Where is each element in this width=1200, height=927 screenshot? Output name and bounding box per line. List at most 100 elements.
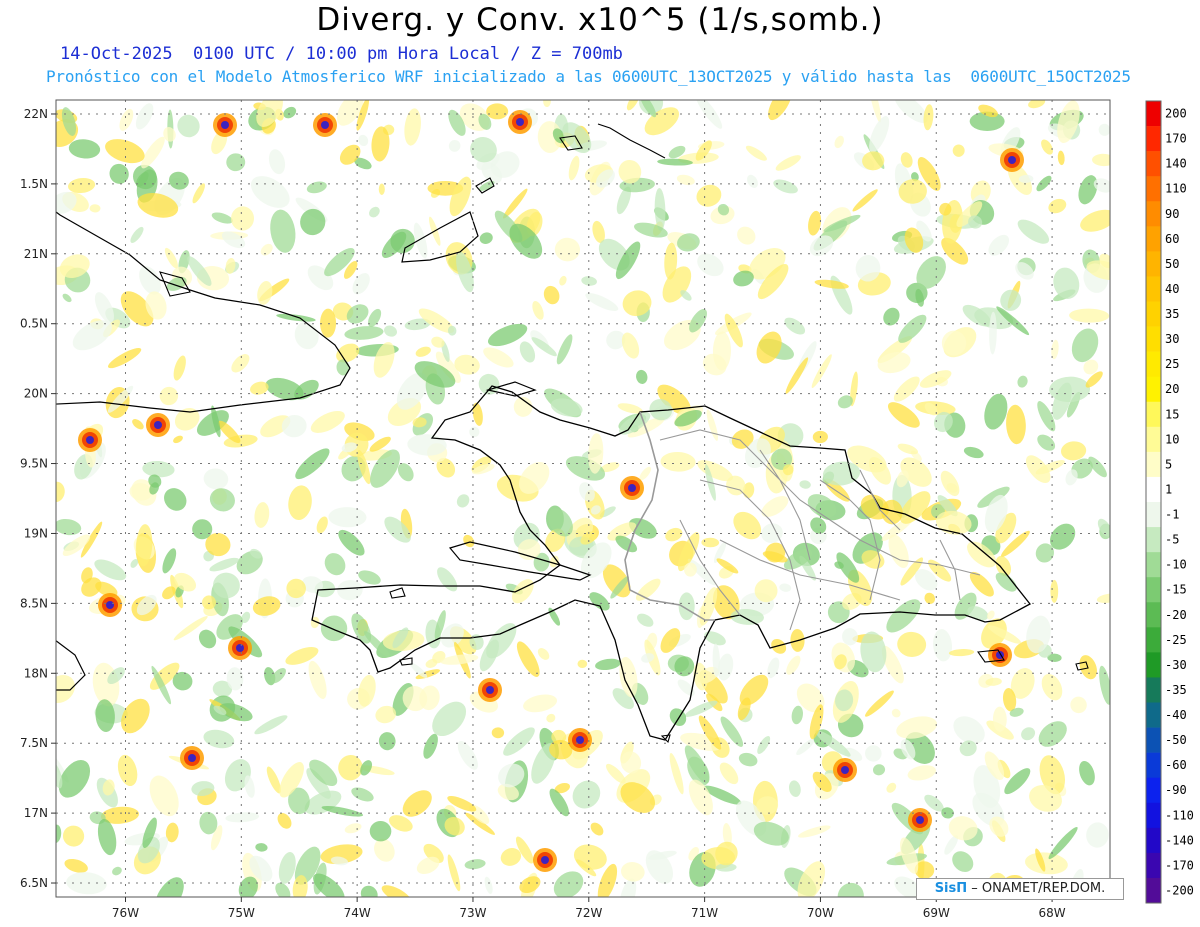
convergence-cell	[1008, 156, 1016, 164]
colorbar-label: -30	[1165, 658, 1187, 672]
x-tick-label: 76W	[112, 906, 139, 920]
colorbar-label: -40	[1165, 708, 1187, 722]
convergence-cell	[486, 686, 494, 694]
colorbar-label: -20	[1165, 608, 1187, 622]
colorbar-label: 25	[1165, 357, 1179, 371]
field-blob	[952, 144, 965, 157]
convergence-cell	[516, 118, 524, 126]
colorbar-swatch	[1146, 376, 1161, 403]
colorbar-swatch	[1146, 602, 1161, 628]
convergence-cell	[541, 856, 549, 864]
colorbar-swatch	[1146, 151, 1161, 177]
colorbar-label: 200	[1165, 107, 1187, 121]
colorbar-swatch	[1146, 451, 1161, 478]
convergence-cell	[321, 121, 329, 129]
convergence-cell	[628, 484, 636, 492]
y-tick-label: 22N	[24, 107, 48, 121]
x-tick-label: 69W	[923, 906, 950, 920]
x-tick-label: 72W	[575, 906, 602, 920]
convergence-cell	[236, 644, 244, 652]
colorbar-swatch	[1146, 852, 1161, 879]
colorbar-swatch	[1146, 627, 1161, 653]
colorbar-label: 35	[1165, 307, 1179, 321]
sispi-logo: SisΠ	[934, 881, 968, 896]
convergence-cell	[221, 121, 229, 129]
y-tick-label: 1.5N	[20, 177, 48, 191]
colorbar-swatch	[1146, 502, 1161, 528]
colorbar-swatch	[1146, 126, 1161, 152]
colorbar-swatch	[1146, 652, 1161, 678]
colorbar-label: -10	[1165, 558, 1187, 572]
y-tick-label: 19N	[24, 526, 48, 540]
colorbar-swatch	[1146, 176, 1161, 202]
colorbar-swatch	[1146, 276, 1161, 302]
colorbar-swatch	[1146, 101, 1161, 127]
colorbar-swatch	[1146, 351, 1161, 377]
x-tick-label: 68W	[1039, 906, 1066, 920]
colorbar-swatch	[1146, 877, 1161, 904]
y-tick-label: 21N	[24, 247, 48, 261]
colorbar-label: 110	[1165, 182, 1187, 196]
y-tick-label: 0.5N	[20, 317, 48, 331]
colorbar-label: -35	[1165, 683, 1187, 697]
field-blob	[1050, 579, 1059, 603]
colorbar-label: -170	[1165, 858, 1194, 872]
y-tick-label: 17N	[24, 806, 48, 820]
y-tick-label: 8.5N	[20, 596, 48, 610]
colorbar-label: -60	[1165, 758, 1187, 772]
colorbar-swatch	[1146, 752, 1161, 778]
convergence-cell	[154, 421, 162, 429]
colorbar-label: 40	[1165, 282, 1179, 296]
convergence-cell	[86, 436, 94, 444]
colorbar-swatch	[1146, 401, 1161, 428]
colorbar-label: 1	[1165, 482, 1172, 496]
credit-text: – ONAMET/REP.DOM.	[971, 881, 1106, 896]
colorbar-swatch	[1146, 677, 1161, 703]
colorbar-label: -110	[1165, 808, 1194, 822]
colorbar-label: 90	[1165, 207, 1179, 221]
colorbar-swatch	[1146, 226, 1161, 252]
colorbar-swatch	[1146, 426, 1161, 453]
colorbar-label: 170	[1165, 132, 1187, 146]
field-blob	[486, 103, 509, 120]
credit-box: SisΠ – ONAMET/REP.DOM.	[916, 878, 1124, 900]
colorbar-label: 20	[1165, 382, 1179, 396]
colorbar-label: 10	[1165, 432, 1179, 446]
colorbar-swatch	[1146, 827, 1161, 854]
colorbar-label: -140	[1165, 833, 1194, 847]
colorbar-label: -200	[1165, 883, 1194, 897]
colorbar-label: -15	[1165, 583, 1187, 597]
field-blob	[320, 308, 337, 338]
x-tick-label: 70W	[807, 906, 834, 920]
divergence-map: 76W 75W 74W 73W 72W 71W 70W 69W 68W 22N 1.5N 21N 0.5…	[20, 99, 1194, 920]
convergence-cell	[916, 816, 924, 824]
colorbar-label: 15	[1165, 407, 1179, 421]
x-tick-label: 75W	[228, 906, 255, 920]
colorbar-swatch	[1146, 802, 1161, 829]
y-tick-label: 20N	[24, 387, 48, 401]
colorbar: 200 170 140 110 90 60 50 40 35 30 25 20 15 10 5 1 -1 -5 -1…	[1145, 100, 1194, 904]
colorbar-swatch	[1146, 702, 1161, 728]
colorbar-swatch	[1146, 301, 1161, 327]
colorbar-swatch	[1146, 727, 1161, 753]
x-tick-label: 74W	[344, 906, 371, 920]
colorbar-label: -50	[1165, 733, 1187, 747]
field-blob	[378, 183, 385, 195]
convergence-cell	[188, 754, 196, 762]
colorbar-label: 5	[1165, 457, 1172, 471]
colorbar-swatch	[1146, 527, 1161, 553]
colorbar-label: -90	[1165, 783, 1187, 797]
convergence-cell	[841, 766, 849, 774]
y-tick-label: 9.5N	[20, 457, 48, 471]
y-tick-label: 7.5N	[20, 736, 48, 750]
x-tick-label: 73W	[459, 906, 486, 920]
colorbar-swatch	[1146, 577, 1161, 603]
convergence-cell	[106, 601, 114, 609]
colorbar-swatch	[1146, 552, 1161, 578]
colorbar-label: 30	[1165, 332, 1179, 346]
colorbar-swatch	[1146, 777, 1161, 804]
colorbar-label: -1	[1165, 508, 1179, 522]
colorbar-swatch	[1146, 326, 1161, 352]
colorbar-swatch	[1146, 476, 1161, 503]
colorbar-swatch	[1146, 201, 1161, 227]
